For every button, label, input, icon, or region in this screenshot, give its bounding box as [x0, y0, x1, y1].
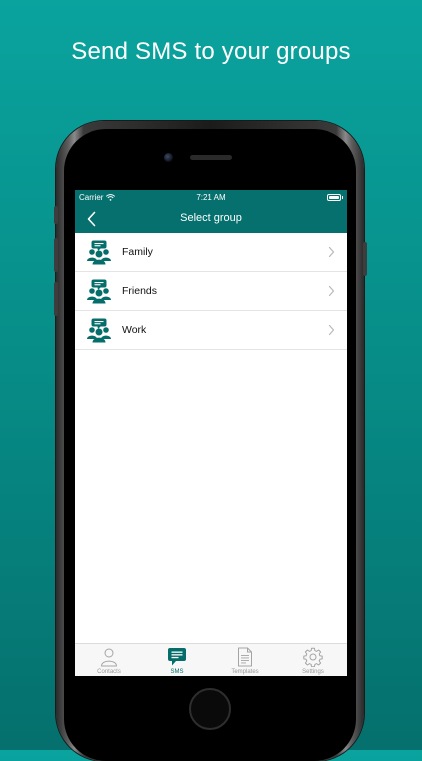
group-people-icon [87, 240, 111, 265]
chevron-right-icon [328, 285, 335, 297]
group-row-friends[interactable]: Friends [75, 272, 347, 311]
person-icon [101, 648, 117, 667]
chevron-right-icon [328, 324, 335, 336]
front-camera [164, 153, 173, 162]
tab-settings[interactable]: Settings [279, 644, 347, 676]
tab-templates[interactable]: Templates [211, 644, 279, 676]
tab-label: SMS [170, 669, 184, 675]
chat-bubble-icon [168, 648, 186, 666]
status-time: 7:21 AM [196, 193, 226, 202]
battery-level [329, 196, 339, 199]
phone-power-button [363, 242, 367, 276]
tab-contacts[interactable]: Contacts [75, 644, 143, 676]
promo-headline: Send SMS to your groups [71, 38, 351, 65]
chevron-right-icon [328, 246, 335, 258]
phone-mute-switch [54, 206, 58, 224]
tab-label: Templates [231, 669, 259, 675]
group-row-family[interactable]: Family [75, 233, 347, 272]
document-icon [238, 647, 252, 667]
battery-tip [341, 196, 343, 199]
tab-label: Settings [302, 669, 324, 675]
group-name: Family [122, 246, 153, 258]
home-button[interactable] [189, 688, 231, 730]
earpiece-speaker [190, 155, 232, 160]
group-people-icon [87, 318, 111, 343]
gear-icon [303, 647, 323, 667]
group-row-work[interactable]: Work [75, 311, 347, 350]
tab-label: Contacts [97, 669, 121, 675]
battery-icon [327, 194, 341, 201]
group-name: Friends [122, 285, 158, 297]
group-name: Work [122, 324, 147, 336]
tab-sms[interactable]: SMS [143, 644, 211, 676]
page-title: Select group [180, 212, 242, 224]
tab-bar: Contacts SMS Templates Settings [75, 643, 347, 676]
phone-volume-up [54, 238, 58, 272]
group-list: Family Friends Work [75, 233, 347, 350]
status-bar: Carrier 7:21 AM [75, 190, 347, 206]
group-people-icon [87, 279, 111, 304]
app-screen: Carrier 7:21 AM Select group Family Frie… [75, 190, 347, 676]
navigation-bar: Select group [75, 206, 347, 233]
phone-volume-down [54, 282, 58, 316]
